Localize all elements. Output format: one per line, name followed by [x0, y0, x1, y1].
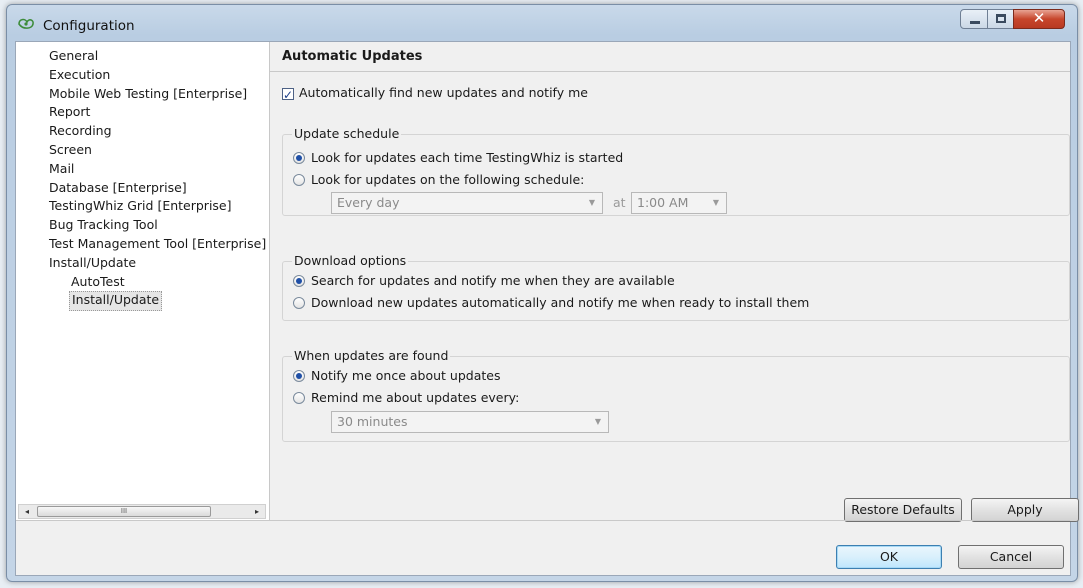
tree-item[interactable]: Execution [49, 66, 110, 84]
close-button[interactable]: ✕ [1013, 9, 1065, 29]
dialog-client-area: General Execution Mobile Web Testing [Ente… [15, 41, 1079, 576]
scrollbar-grip: III [120, 507, 128, 515]
tree-item[interactable]: Mobile Web Testing [Enterprise] [49, 85, 247, 103]
download-auto-radio[interactable] [293, 296, 305, 309]
download-auto-label: Download new updates automatically and n… [311, 295, 810, 310]
page-title: Automatic Updates [282, 49, 423, 64]
download-options-group: Download options Search for updates and … [282, 253, 1070, 321]
apply-button[interactable]: Apply [971, 498, 1079, 522]
download-notify-label: Search for updates and notify me when th… [311, 273, 675, 288]
cancel-button[interactable]: Cancel [958, 545, 1064, 569]
remind-every-label: Remind me about updates every: [311, 390, 520, 405]
maximize-icon [996, 14, 1006, 23]
notify-once-option[interactable]: Notify me once about updates [293, 367, 500, 385]
tree-item[interactable]: Test Management Tool [Enterprise] [49, 235, 266, 253]
notify-once-label: Notify me once about updates [311, 368, 501, 383]
tree-item[interactable]: Screen [49, 141, 92, 159]
schedule-time-value: 1:00 AM [637, 195, 689, 210]
download-auto-option[interactable]: Download new updates automatically and n… [293, 294, 809, 312]
tree-item[interactable]: Bug Tracking Tool [49, 216, 158, 234]
schedule-frequency-select[interactable]: Every day ▼ [331, 192, 603, 214]
remind-interval-select[interactable]: 30 minutes ▼ [331, 411, 609, 433]
schedule-frequency-value: Every day [337, 195, 400, 210]
tree-item[interactable]: Install/Update [69, 291, 163, 312]
restore-defaults-button[interactable]: Restore Defaults [844, 498, 962, 522]
tree-item[interactable]: Mail [49, 160, 74, 178]
preference-tree: General Execution Mobile Web Testing [Ente… [16, 42, 270, 520]
maximize-button[interactable] [987, 9, 1014, 29]
remind-every-radio[interactable] [293, 391, 305, 404]
download-notify-radio[interactable] [293, 274, 305, 287]
tree-viewport: General Execution Mobile Web Testing [Ente… [16, 42, 269, 502]
notify-once-radio[interactable] [293, 369, 305, 382]
configuration-window: Configuration ✕ General Execution Mobile W… [6, 4, 1079, 582]
auto-find-checkbox[interactable]: ✓ [282, 87, 294, 102]
schedule-time-select[interactable]: 1:00 AM ▼ [631, 192, 727, 214]
tree-item[interactable]: Install/Update [49, 254, 136, 272]
updates-found-group: When updates are found Notify me once ab… [282, 348, 1070, 442]
schedule-on-start-label: Look for updates each time TestingWhiz i… [311, 150, 624, 165]
chevron-down-icon: ▼ [712, 198, 720, 207]
tree-item[interactable]: TestingWhiz Grid [Enterprise] [49, 197, 232, 215]
remind-interval-value: 30 minutes [337, 414, 408, 429]
auto-find-row[interactable]: ✓ Automatically find new updates and noti… [282, 84, 588, 102]
chevron-down-icon: ▼ [594, 417, 602, 426]
at-label: at [613, 195, 626, 210]
update-schedule-group: Update schedule Look for updates each ti… [282, 126, 1070, 216]
checkmark-icon: ✓ [283, 87, 294, 102]
minimize-button[interactable] [960, 9, 988, 29]
schedule-custom-radio[interactable] [293, 173, 305, 186]
title-divider [270, 71, 1070, 72]
window-title: Configuration [43, 18, 135, 34]
download-notify-option[interactable]: Search for updates and notify me when th… [293, 272, 675, 290]
minimize-icon [970, 21, 980, 24]
schedule-custom-label: Look for updates on the following schedu… [311, 172, 585, 187]
tree-horizontal-scrollbar[interactable]: ◂ III ▸ [18, 504, 266, 519]
close-icon: ✕ [1032, 9, 1046, 27]
download-options-label: Download options [292, 253, 409, 268]
tree-item[interactable]: Report [49, 103, 90, 121]
tree-item[interactable]: Recording [49, 122, 112, 140]
scroll-left-arrow-icon[interactable]: ◂ [19, 505, 35, 518]
tree-item[interactable]: General [49, 47, 98, 65]
title-bar[interactable]: Configuration ✕ [7, 5, 1077, 41]
chevron-down-icon: ▼ [588, 198, 596, 207]
auto-find-label: Automatically find new updates and notif… [299, 85, 588, 100]
tree-item[interactable]: AutoTest [71, 273, 125, 291]
scroll-right-arrow-icon[interactable]: ▸ [249, 505, 265, 518]
schedule-on-start-radio[interactable] [293, 151, 305, 164]
scrollbar-thumb[interactable]: III [37, 506, 211, 517]
remind-every-option[interactable]: Remind me about updates every: [293, 389, 519, 407]
ok-button[interactable]: OK [836, 545, 942, 569]
schedule-custom-option[interactable]: Look for updates on the following schedu… [293, 171, 584, 189]
update-schedule-label: Update schedule [292, 126, 402, 141]
updates-found-label: When updates are found [292, 348, 451, 363]
schedule-on-start-option[interactable]: Look for updates each time TestingWhiz i… [293, 149, 623, 167]
settings-panel: Automatic Updates ✓ Automatically find ne… [270, 42, 1079, 522]
footer-divider [16, 520, 1070, 521]
app-logo-icon [18, 18, 34, 29]
tree-item[interactable]: Database [Enterprise] [49, 179, 187, 197]
